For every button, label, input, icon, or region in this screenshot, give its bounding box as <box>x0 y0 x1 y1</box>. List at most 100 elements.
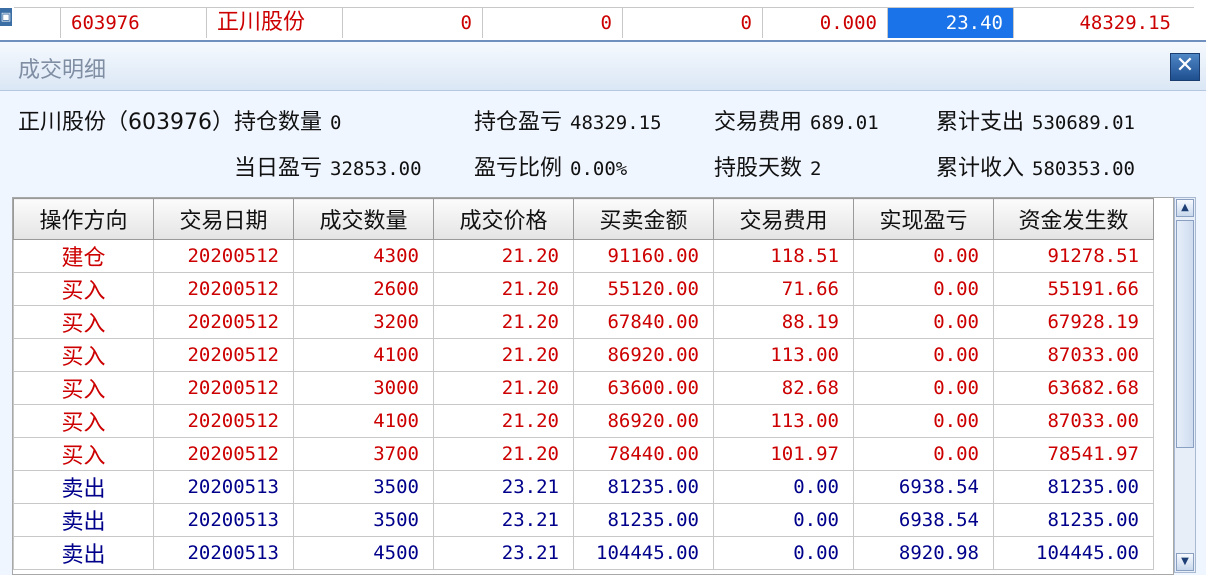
cell-amount: 55120.00 <box>573 272 714 306</box>
cell-quantity: 4300 <box>293 239 434 273</box>
cell-direction: 卖出 <box>13 503 154 537</box>
header-amount[interactable]: 买卖金额 <box>573 198 714 240</box>
cell-cash-flow: 87033.00 <box>993 338 1154 372</box>
header-cash-flow[interactable]: 资金发生数 <box>993 198 1154 240</box>
row-marker-icon: ▣ <box>0 8 12 26</box>
trade-table-container[interactable]: 操作方向 交易日期 成交数量 成交价格 买卖金额 交易费用 实现盈亏 资金发生数… <box>12 197 1174 575</box>
cell-fee: 118.51 <box>713 239 854 273</box>
cell-realized-pnl: 0.00 <box>853 239 994 273</box>
cell-fee: 113.00 <box>713 404 854 438</box>
summary-stock: 正川股份（603976）持仓数量 0 <box>18 104 341 136</box>
header-price[interactable]: 成交价格 <box>433 198 574 240</box>
position-pnl-value: 48329.15 <box>570 112 662 134</box>
dialog-title: 成交明细 <box>18 58 107 83</box>
cell-direction: 卖出 <box>13 470 154 504</box>
scroll-down-icon[interactable]: ▼ <box>1176 553 1194 571</box>
cell-date: 20200512 <box>153 371 294 405</box>
stock-code-cell: 603976 <box>60 8 206 38</box>
table-row[interactable]: 买入 20200512 3700 21.20 78440.00 101.97 0.00 785… <box>13 437 1154 471</box>
pnl-ratio-value: 0.00% <box>570 158 628 180</box>
cell-cash-flow: 104445.00 <box>993 536 1154 570</box>
cell-amount: 78440.00 <box>573 437 714 471</box>
cell-quantity: 4100 <box>293 338 434 372</box>
cell-fee: 0.00 <box>713 470 854 504</box>
table-row[interactable]: 卖出 20200513 3500 23.21 81235.00 0.00 6938.54 81… <box>13 503 1154 537</box>
scroll-thumb[interactable] <box>1176 220 1194 448</box>
cell-quantity: 3200 <box>293 305 434 339</box>
cell-price: 21.20 <box>433 371 574 405</box>
summary-position-pnl: 持仓盈亏 48329.15 <box>474 104 662 136</box>
summary-total-in: 累计收入 580353.00 <box>936 150 1135 182</box>
cell-direction: 买入 <box>13 305 154 339</box>
table-header-row: 操作方向 交易日期 成交数量 成交价格 买卖金额 交易费用 实现盈亏 资金发生数 <box>13 198 1154 240</box>
table-row[interactable]: 买入 20200512 4100 21.20 86920.00 113.00 0.00 870… <box>13 338 1154 372</box>
hold-days-value: 2 <box>810 158 822 180</box>
cell-cash-flow: 63682.68 <box>993 371 1154 405</box>
cell-fee: 101.97 <box>713 437 854 471</box>
cell-price: 21.20 <box>433 305 574 339</box>
header-realized-pnl[interactable]: 实现盈亏 <box>853 198 994 240</box>
table-row[interactable]: 卖出 20200513 4500 23.21 104445.00 0.00 8920.98 1… <box>13 536 1154 570</box>
cell-realized-pnl: 0.00 <box>853 371 994 405</box>
table-row[interactable]: 买入 20200512 3000 21.20 63600.00 82.68 0.00 6368… <box>13 371 1154 405</box>
cell-realized-pnl: 0.00 <box>853 338 994 372</box>
value-cell-c: 0 <box>622 8 762 38</box>
summary-panel: 正川股份（603976）持仓数量 0 持仓盈亏 48329.15 交易费用 689.0… <box>0 92 1206 186</box>
cell-realized-pnl: 0.00 <box>853 437 994 471</box>
stock-name-cell: 正川股份 <box>206 8 342 38</box>
cell-price: 21.20 <box>433 437 574 471</box>
stock-name-code: 正川股份（603976） <box>18 110 234 135</box>
fee-label: 交易费用 <box>714 110 803 135</box>
cell-amount: 91160.00 <box>573 239 714 273</box>
cell-realized-pnl: 6938.54 <box>853 470 994 504</box>
cell-direction: 买入 <box>13 272 154 306</box>
hold-days-label: 持股天数 <box>714 156 803 181</box>
cell-fee: 0.00 <box>713 503 854 537</box>
scroll-up-icon[interactable]: ▲ <box>1176 199 1194 217</box>
cell-price: 23.21 <box>433 503 574 537</box>
table-row[interactable]: 买入 20200512 4100 21.20 86920.00 113.00 0.00 870… <box>13 404 1154 438</box>
cell-direction: 卖出 <box>13 536 154 570</box>
position-qty-value: 0 <box>330 112 342 134</box>
position-pnl-label: 持仓盈亏 <box>474 110 563 135</box>
cell-quantity: 3000 <box>293 371 434 405</box>
cell-amount: 81235.00 <box>573 503 714 537</box>
pnl-ratio-label: 盈亏比例 <box>474 156 563 181</box>
cell-realized-pnl: 0.00 <box>853 305 994 339</box>
cell-quantity: 2600 <box>293 272 434 306</box>
table-row[interactable]: 建仓 20200512 4300 21.20 91160.00 118.51 0.00 912… <box>13 239 1154 273</box>
cell-price: 21.20 <box>433 272 574 306</box>
cell-price: 21.20 <box>433 338 574 372</box>
price-cell-selected[interactable]: 23.40 <box>887 8 1013 38</box>
cell-date: 20200512 <box>153 404 294 438</box>
table-row[interactable]: 买入 20200512 3200 21.20 67840.00 88.19 0.00 6792… <box>13 305 1154 339</box>
cell-direction: 买入 <box>13 404 154 438</box>
cell-price: 23.21 <box>433 470 574 504</box>
cell-cash-flow: 91278.51 <box>993 239 1154 273</box>
cell-fee: 71.66 <box>713 272 854 306</box>
cell-date: 20200513 <box>153 536 294 570</box>
header-fee[interactable]: 交易费用 <box>713 198 854 240</box>
table-row[interactable]: 买入 20200512 2600 21.20 55120.00 71.66 0.00 5519… <box>13 272 1154 306</box>
header-date[interactable]: 交易日期 <box>153 198 294 240</box>
header-quantity[interactable]: 成交数量 <box>293 198 434 240</box>
cell-amount: 86920.00 <box>573 338 714 372</box>
cell-direction: 买入 <box>13 338 154 372</box>
dialog-titlebar[interactable]: 成交明细 ✕ <box>0 42 1206 91</box>
total-in-label: 累计收入 <box>936 156 1025 181</box>
table-row[interactable]: 卖出 20200513 3500 23.21 81235.00 0.00 6938.54 81… <box>13 470 1154 504</box>
close-icon[interactable]: ✕ <box>1170 53 1200 81</box>
cell-fee: 0.00 <box>713 536 854 570</box>
header-direction[interactable]: 操作方向 <box>13 198 154 240</box>
total-in-value: 580353.00 <box>1032 158 1135 180</box>
cell-quantity: 4100 <box>293 404 434 438</box>
table-scrollbar[interactable]: ▲ ▼ <box>1174 197 1196 573</box>
cell-direction: 买入 <box>13 437 154 471</box>
cell-direction: 买入 <box>13 371 154 405</box>
cell-realized-pnl: 6938.54 <box>853 503 994 537</box>
total-out-value: 530689.01 <box>1032 112 1135 134</box>
value-cell-a: 0 <box>342 8 482 38</box>
cell-date: 20200512 <box>153 272 294 306</box>
stock-list-row-partial[interactable]: ▣ 603976 正川股份 0 0 0 0.000 23.40 48329.15 <box>0 0 1206 42</box>
value-cell-b: 0 <box>482 8 622 38</box>
